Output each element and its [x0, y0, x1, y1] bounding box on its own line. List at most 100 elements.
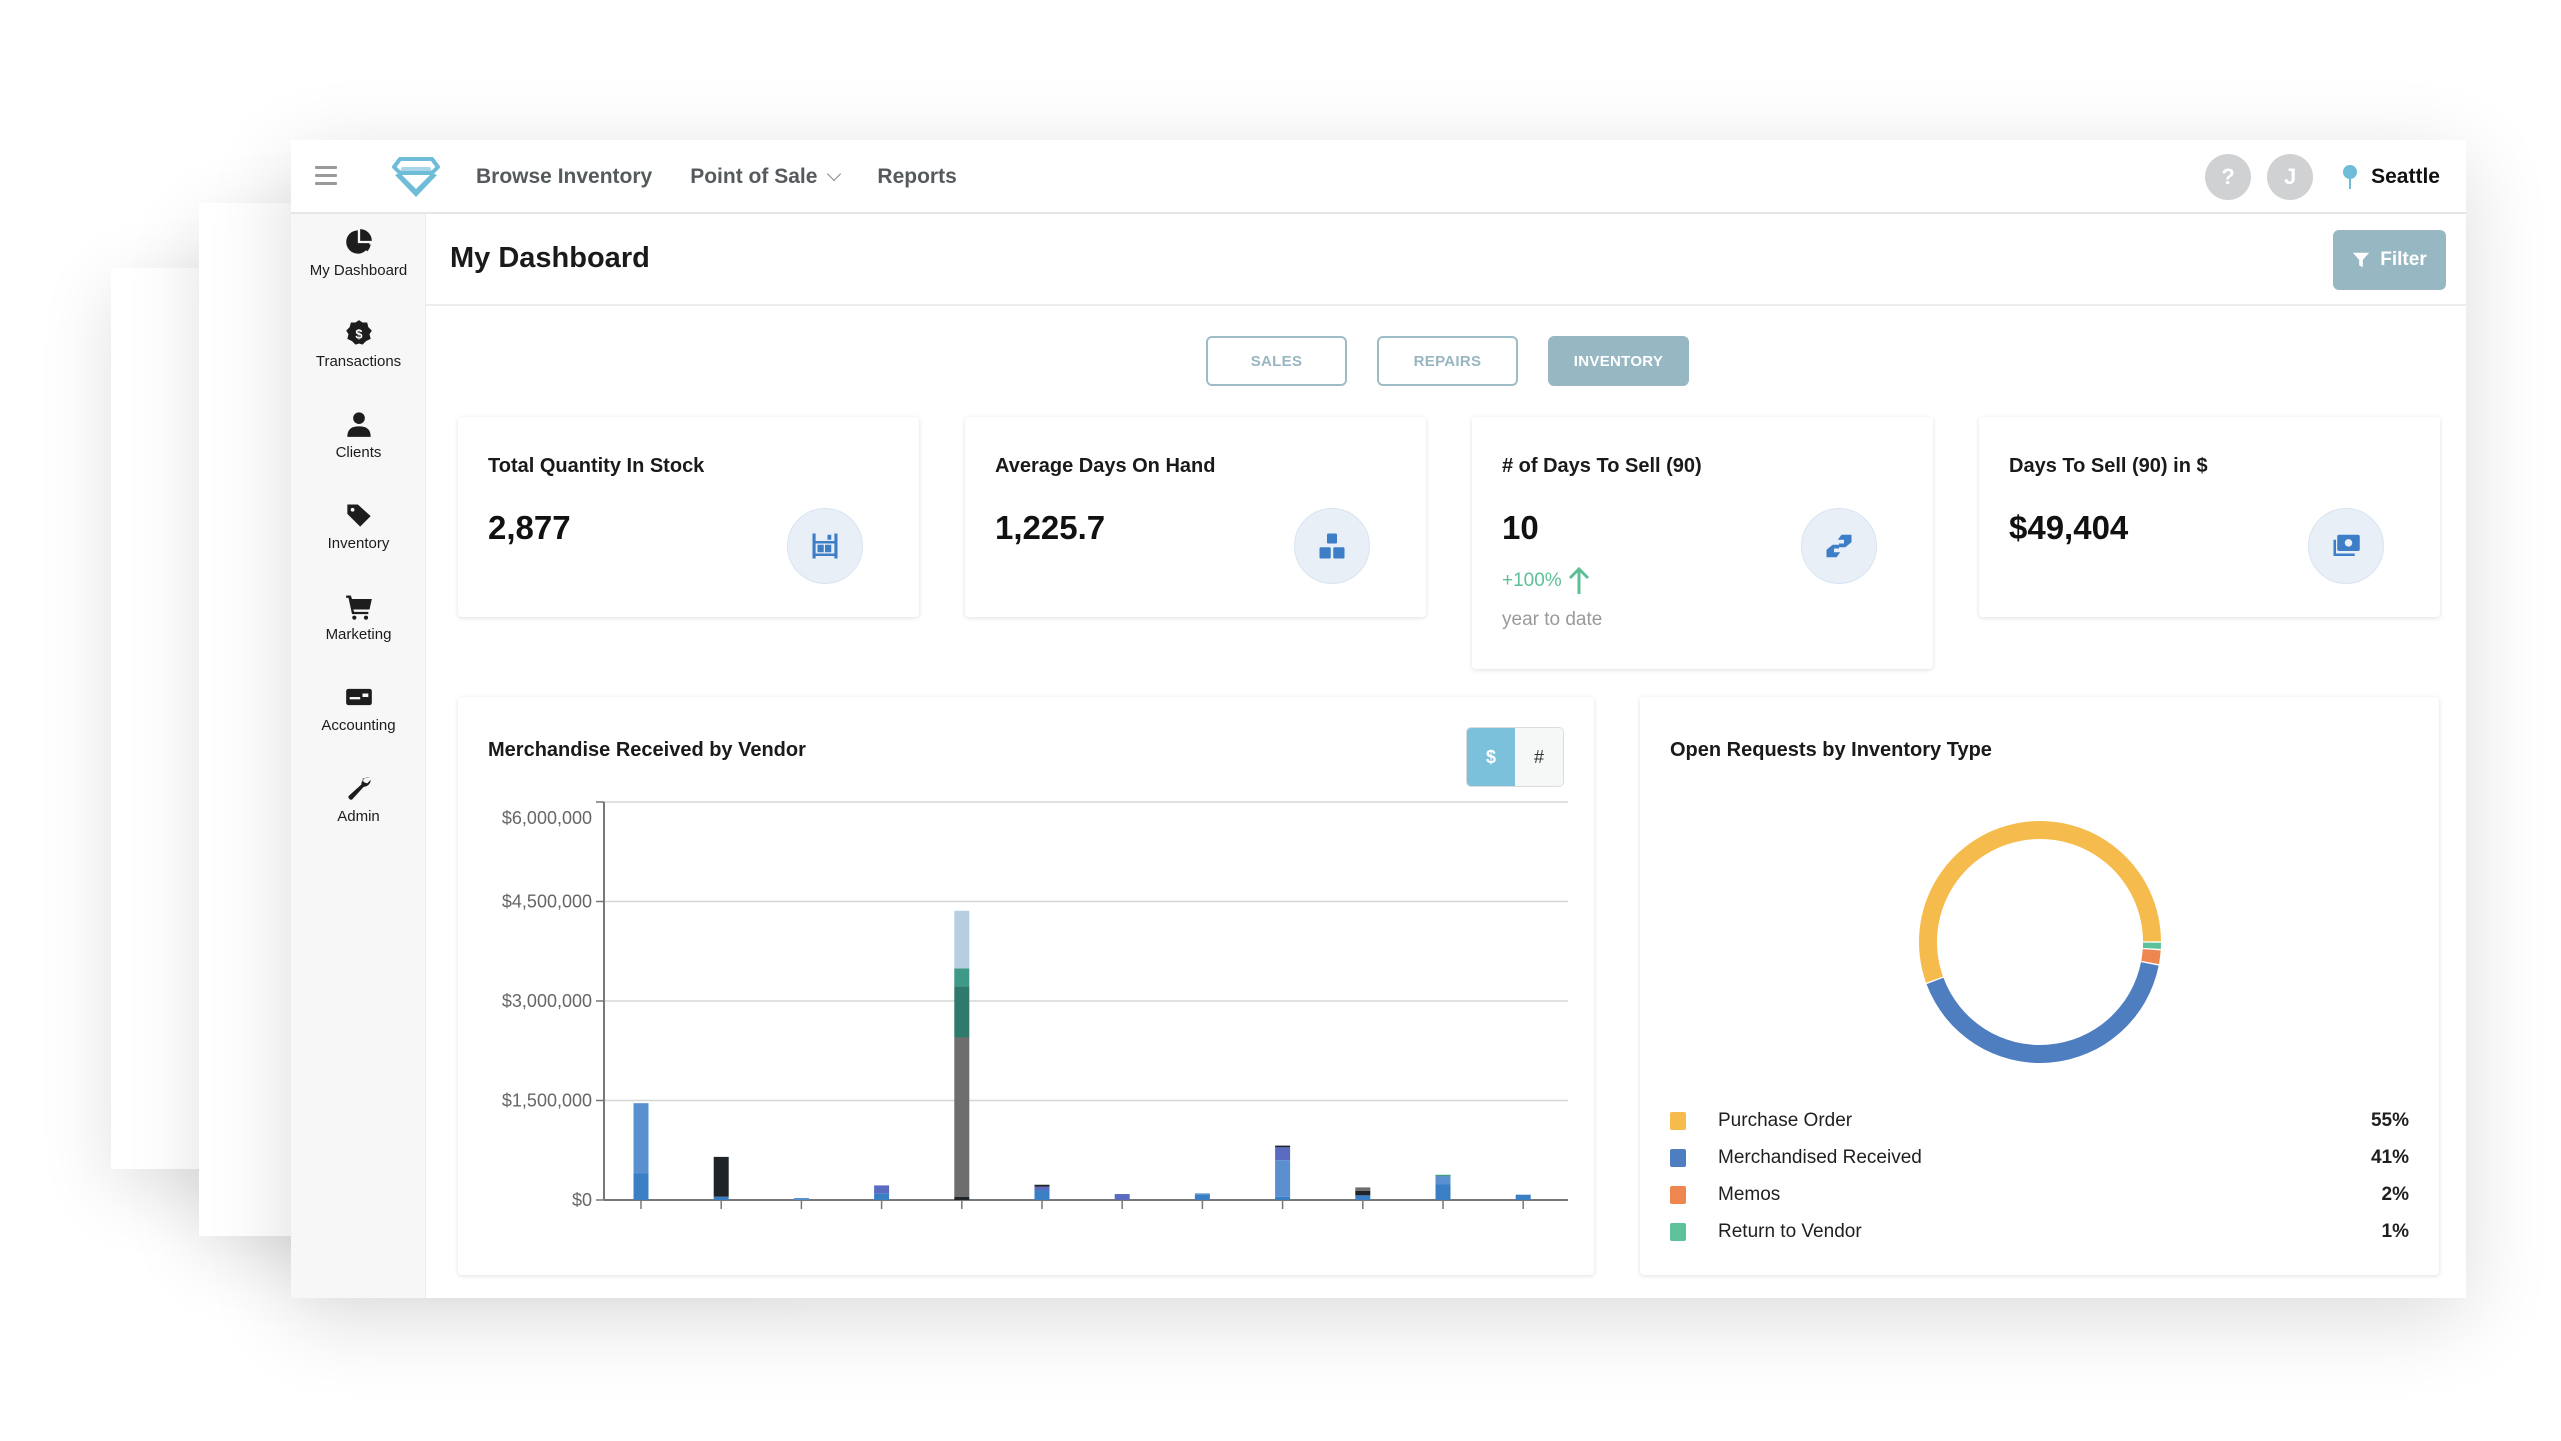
dashboard-tabs: SALES REPAIRS INVENTORY [1206, 336, 1689, 386]
legend-item[interactable]: Memos 2% [1670, 1176, 2409, 1213]
kpi-icon-badge [1294, 508, 1370, 584]
bar-segment[interactable] [1515, 1194, 1531, 1200]
kpi-title: Days To Sell (90) in $ [2009, 455, 2208, 477]
sidebar-item-marketing[interactable]: Marketing [291, 592, 426, 643]
bar-segment[interactable] [1355, 1195, 1371, 1200]
bar-chart: $0 $1,500,000 $3,000,000 $4,500,000 $6,000,0… [502, 801, 1568, 1210]
sidebar-item-clients[interactable]: Clients [291, 410, 426, 461]
bar-segment[interactable] [713, 1196, 729, 1200]
dollar-badge-icon: $ [345, 320, 372, 345]
filter-button[interactable]: Filter [2333, 230, 2446, 290]
sidebar: My Dashboard $ Transactions Clients Inve… [291, 214, 426, 1298]
bar-segment[interactable] [1034, 1190, 1050, 1200]
bar-segment[interactable] [1275, 1146, 1291, 1161]
tab-repairs[interactable]: REPAIRS [1377, 336, 1518, 386]
bar-segment[interactable] [1034, 1184, 1050, 1187]
donut-slice[interactable] [1918, 820, 2161, 983]
bar-segment[interactable] [1435, 1176, 1451, 1185]
bar-segment[interactable] [633, 1103, 649, 1174]
kpi-icon-badge [2308, 508, 2384, 584]
tab-sales[interactable]: SALES [1206, 336, 1347, 386]
diamond-logo-icon[interactable] [392, 155, 440, 199]
kpi-icon-badge [787, 508, 863, 584]
sidebar-label: Marketing [325, 626, 392, 643]
legend-label: Merchandised Received [1718, 1146, 1922, 1168]
nav-reports[interactable]: Reports [877, 165, 956, 189]
sidebar-item-inventory[interactable]: Inventory [291, 501, 426, 552]
bar-segment[interactable] [1034, 1186, 1050, 1191]
hamburger-menu-icon[interactable] [315, 166, 337, 186]
kpi-title: # of Days To Sell (90) [1502, 455, 1702, 477]
legend-percent: 1% [2381, 1220, 2409, 1242]
bar-segment[interactable] [954, 1037, 970, 1197]
y-tick-label: $1,500,000 [502, 1091, 592, 1111]
legend-label: Memos [1718, 1183, 1781, 1205]
warehouse-shelf-icon [812, 533, 838, 559]
app-window: Browse Inventory Point of Sale Reports ?… [291, 140, 2466, 1298]
bar-segment[interactable] [1194, 1193, 1210, 1195]
legend-item[interactable]: Purchase Order 55% [1670, 1102, 2409, 1139]
svg-text:$: $ [355, 326, 362, 341]
kpi-value: 1,225.7 [995, 509, 1106, 546]
sidebar-label: Clients [335, 444, 382, 461]
nav-link-label: Reports [877, 165, 957, 188]
sidebar-item-my-dashboard[interactable]: My Dashboard [291, 228, 426, 279]
chevron-down-icon [827, 166, 842, 182]
handshake-icon [1826, 534, 1852, 558]
kpi-card-average-days: Average Days On Hand 1,225.7 [965, 417, 1426, 617]
sidebar-label: Inventory [327, 535, 390, 552]
bar-segment[interactable] [874, 1193, 890, 1200]
nav-point-of-sale[interactable]: Point of Sale [690, 165, 842, 189]
bar-segment[interactable] [1275, 1145, 1291, 1148]
money-card-icon [345, 688, 372, 706]
sidebar-label: Accounting [321, 717, 396, 734]
location-selector[interactable]: Seattle [2343, 165, 2440, 189]
bar-segment[interactable] [954, 986, 970, 1038]
nav-browse-inventory[interactable]: Browse Inventory [476, 165, 652, 189]
bar-segment[interactable] [713, 1156, 729, 1197]
nav-link-label: Point of Sale [690, 165, 818, 188]
y-tick-label: $0 [572, 1190, 592, 1210]
filter-label: Filter [2380, 249, 2427, 270]
bar-segment[interactable] [1355, 1187, 1371, 1191]
tab-inventory[interactable]: INVENTORY [1548, 336, 1689, 386]
bar-segment[interactable] [1275, 1160, 1291, 1197]
open-requests-card: Open Requests by Inventory Type Purchase… [1640, 697, 2439, 1275]
bar-segment[interactable] [954, 910, 970, 969]
donut-slice[interactable] [2142, 942, 2161, 949]
bar-segment[interactable] [874, 1185, 890, 1194]
sidebar-label: Admin [337, 808, 380, 825]
sidebar-item-admin[interactable]: Admin [291, 774, 426, 825]
legend-item[interactable]: Return to Vendor 1% [1670, 1213, 2409, 1250]
bar-segment[interactable] [1355, 1190, 1371, 1196]
kpi-icon-badge [1801, 508, 1877, 584]
bar-segment[interactable] [1275, 1196, 1291, 1200]
y-tick-label: $3,000,000 [502, 991, 592, 1011]
bar-segment[interactable] [1194, 1194, 1210, 1200]
page-title: My Dashboard [450, 242, 650, 274]
sidebar-item-accounting[interactable]: Accounting [291, 683, 426, 734]
legend-percent: 2% [2381, 1183, 2409, 1205]
help-button[interactable]: ? [2205, 154, 2252, 200]
bar-segment[interactable] [793, 1198, 809, 1200]
kpi-value: 2,877 [488, 509, 571, 546]
donut-slice[interactable] [1926, 962, 2159, 1063]
bar-segment[interactable] [1114, 1194, 1130, 1200]
donut-slice[interactable] [2141, 949, 2161, 965]
bar-segment[interactable] [1435, 1174, 1451, 1177]
kpi-title: Average Days On Hand [995, 455, 1216, 477]
merchandise-by-vendor-card: Merchandise Received by Vendor $ # $0 $1,… [458, 697, 1594, 1275]
bar-segment[interactable] [1435, 1184, 1451, 1200]
boxes-icon [1319, 533, 1345, 559]
y-tick-label: $6,000,000 [502, 808, 592, 828]
stage: Browse Inventory Point of Sale Reports ?… [0, 0, 2561, 1441]
donut-legend: Purchase Order 55% Merchandised Received 41… [1670, 1102, 2409, 1250]
location-name: Seattle [2371, 165, 2440, 188]
bar-segment[interactable] [633, 1173, 649, 1200]
legend-item[interactable]: Merchandised Received 41% [1670, 1139, 2409, 1176]
user-avatar[interactable]: J [2267, 154, 2314, 200]
bar-segment[interactable] [954, 968, 970, 987]
sidebar-item-transactions[interactable]: $ Transactions [291, 319, 426, 370]
pie-chart-icon [345, 229, 372, 254]
bar-segment[interactable] [954, 1196, 970, 1200]
